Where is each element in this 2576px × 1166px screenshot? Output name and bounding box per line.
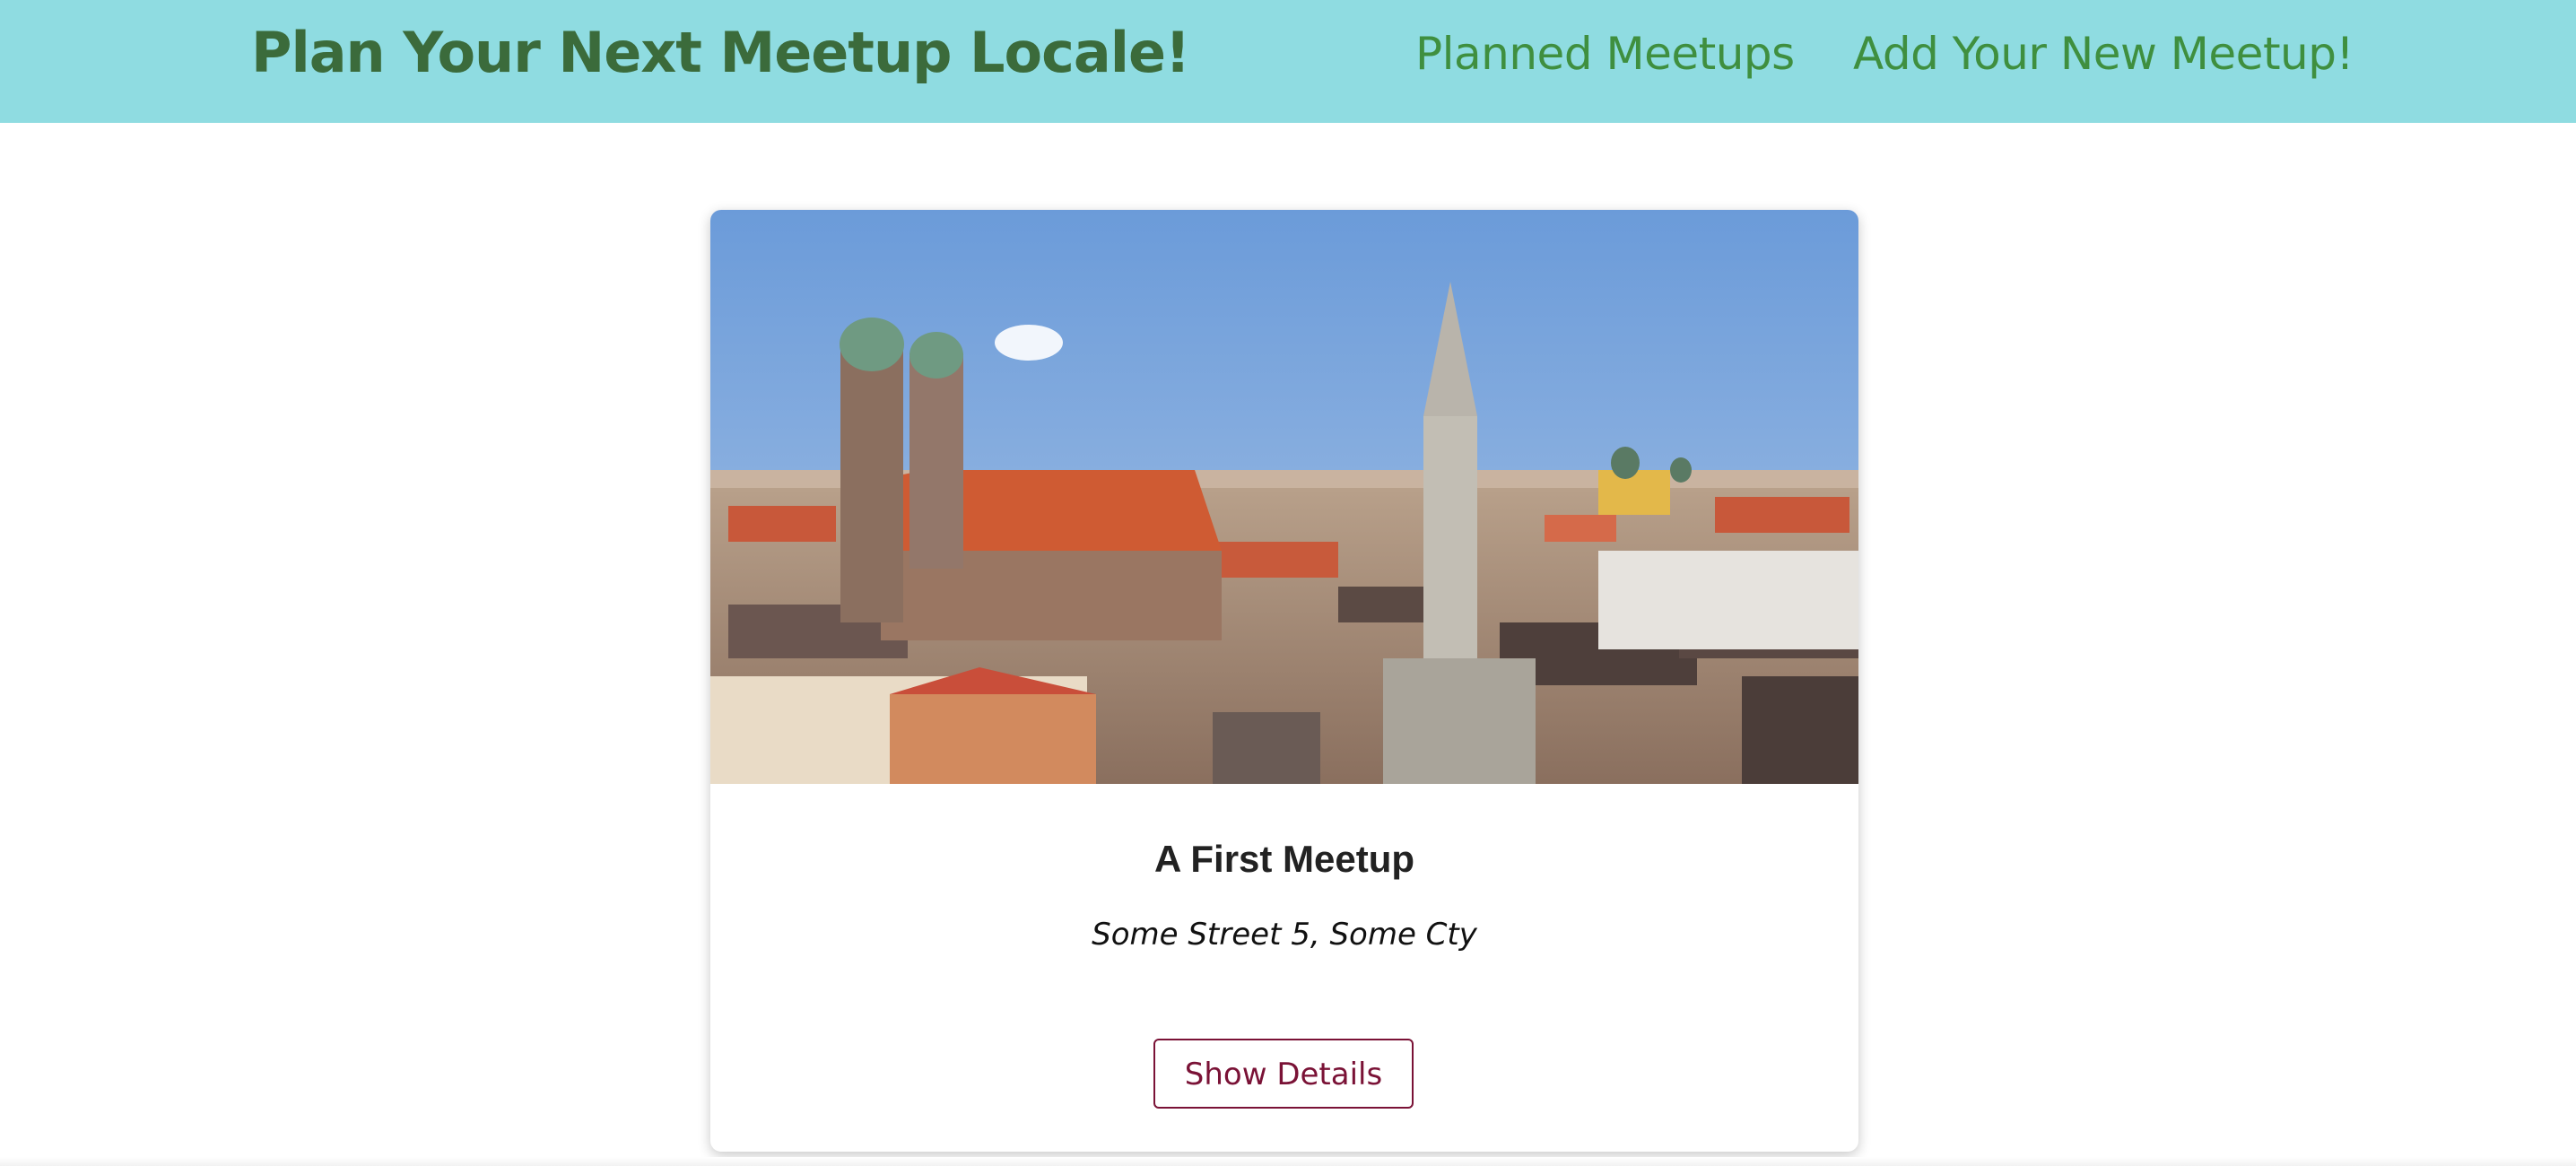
meetup-card: A First Meetup Some Street 5, Some Cty S… [710, 210, 1858, 1152]
site-header: Plan Your Next Meetup Locale! Planned Me… [0, 0, 2576, 123]
nav-link-add-meetup[interactable]: Add Your New Meetup! [1853, 18, 2354, 90]
site-title[interactable]: Plan Your Next Meetup Locale! [251, 13, 1190, 93]
meetup-image [710, 210, 1858, 784]
nav-link-planned-meetups[interactable]: Planned Meetups [1415, 18, 1795, 90]
meetup-address: Some Street 5, Some Cty [1092, 917, 1477, 953]
show-details-button[interactable]: Show Details [1153, 1039, 1414, 1109]
meetup-title: A First Meetup [1153, 838, 1415, 880]
page-bottom-edge [0, 1157, 2576, 1166]
